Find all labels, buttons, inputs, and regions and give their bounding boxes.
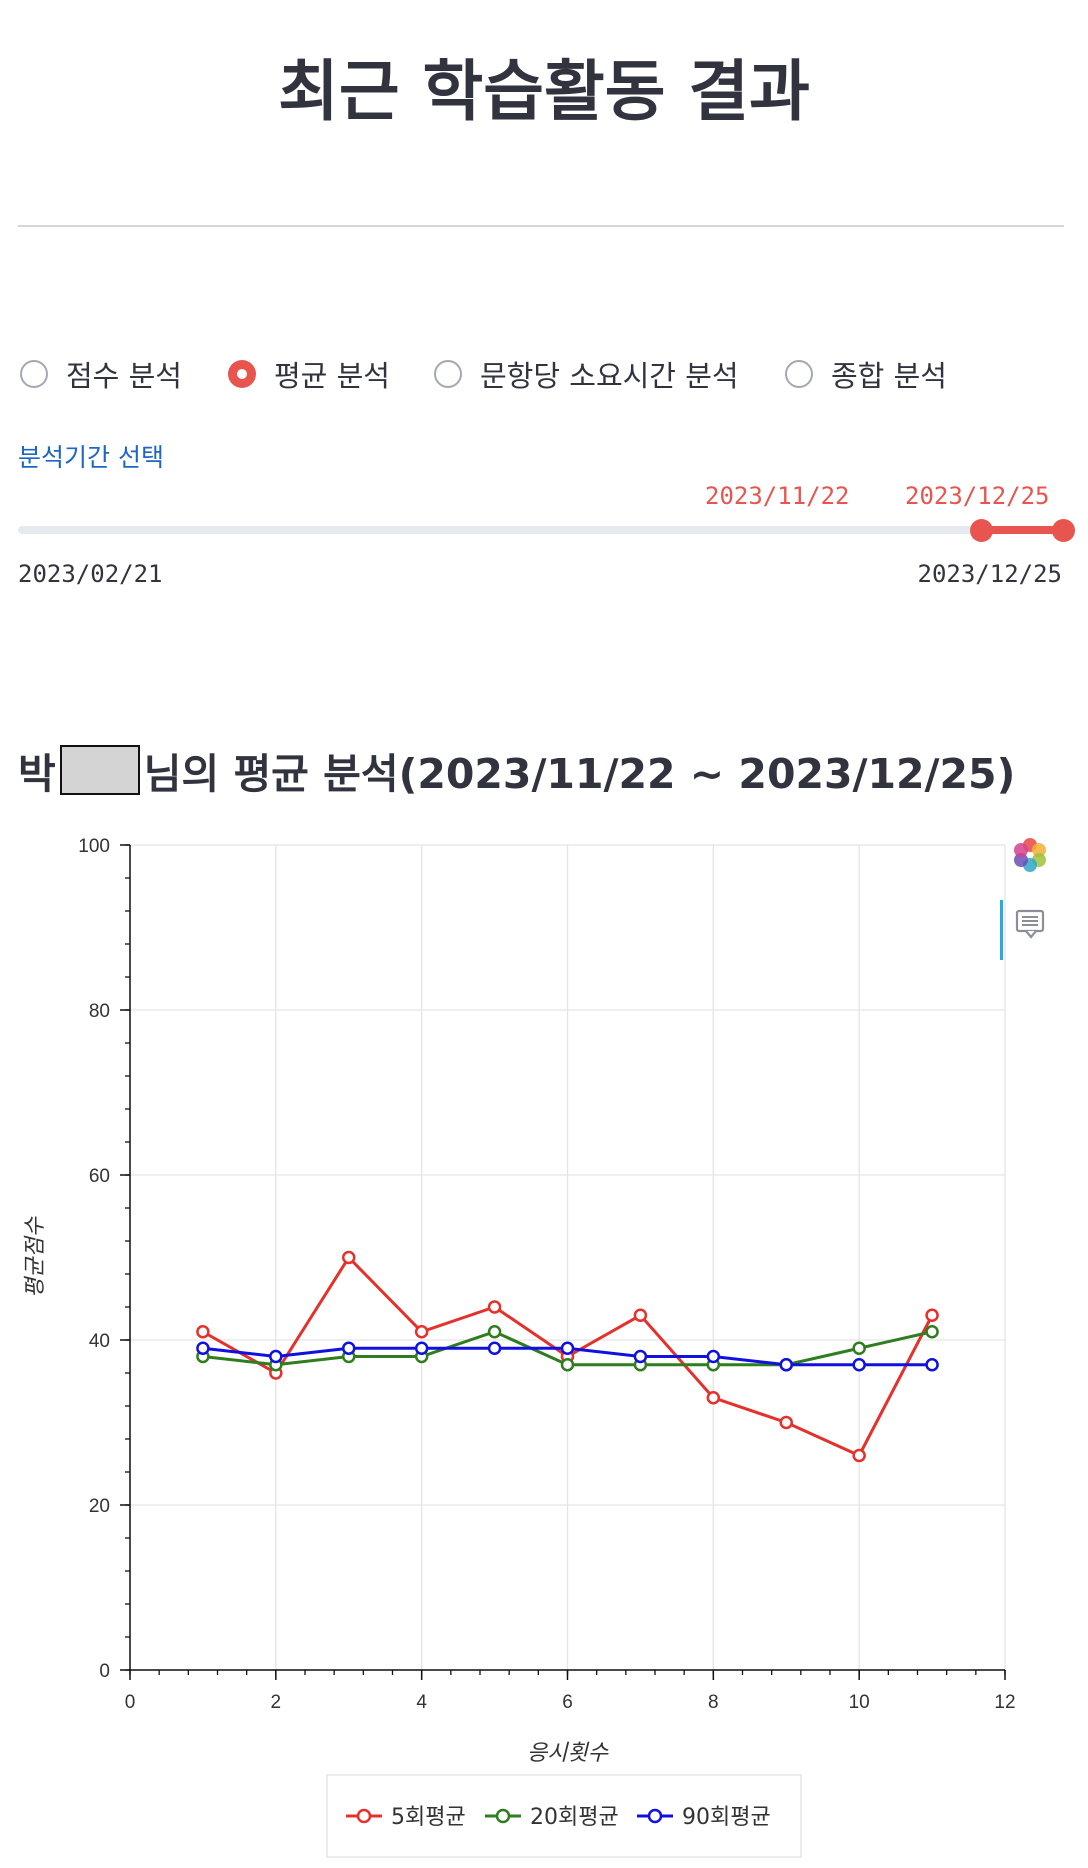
- y-tick-label: 100: [78, 836, 110, 857]
- x-tick-label: 8: [708, 1692, 719, 1713]
- radio-circle-icon[interactable]: [785, 360, 813, 388]
- chart-heading: 박 님의 평균 분석(2023/11/22 ~ 2023/12/25): [18, 740, 1015, 800]
- x-tick-label: 6: [562, 1692, 573, 1713]
- y-tick-label: 60: [89, 1166, 110, 1187]
- legend-marker: [356, 1808, 372, 1824]
- radio-label: 종합 분석: [831, 359, 947, 393]
- data-point: [706, 1391, 721, 1405]
- data-point: [342, 1250, 356, 1265]
- data-point: [414, 1325, 429, 1339]
- date-range-slider-fill: [981, 526, 1063, 534]
- legend-label: 20회평균: [530, 1805, 619, 1830]
- x-tick-label: 10: [849, 1692, 870, 1713]
- legend-marker: [495, 1808, 511, 1824]
- data-point: [633, 1308, 648, 1322]
- x-axis-label: 응시횟수: [527, 1741, 609, 1766]
- data-point: [560, 1358, 575, 1372]
- selected-end-date: 2023/12/25: [905, 482, 1050, 510]
- y-axis-label: 평균점수: [23, 1216, 48, 1298]
- data-point: [852, 1358, 866, 1372]
- period-select-label: 분석기간 선택: [18, 443, 164, 472]
- radio-label: 평균 분석: [274, 359, 390, 393]
- x-tick-label: 0: [125, 1692, 136, 1713]
- legend-marker: [647, 1808, 663, 1824]
- x-tick-label: 2: [271, 1692, 282, 1713]
- y-tick-label: 40: [89, 1331, 110, 1352]
- data-point: [342, 1341, 356, 1355]
- page-title: 최근 학습활동 결과: [278, 53, 810, 130]
- x-tick-label: 4: [416, 1692, 427, 1713]
- heading-suffix: 님의 평균 분석(2023/11/22 ~ 2023/12/25): [143, 750, 1016, 798]
- slider-start-handle[interactable]: [970, 519, 993, 542]
- legend-label: 90회평균: [682, 1805, 771, 1830]
- selected-start-date: 2023/11/22: [705, 482, 850, 510]
- data-point: [925, 1308, 939, 1322]
- data-point: [196, 1325, 210, 1339]
- data-point: [779, 1415, 793, 1430]
- radio-option-score[interactable]: 점수 분석: [20, 354, 182, 394]
- active-tool-indicator: [1000, 900, 1003, 960]
- data-point: [487, 1300, 502, 1314]
- radio-selected-icon[interactable]: [228, 360, 256, 388]
- y-tick-label: 20: [89, 1496, 110, 1517]
- redacted-name-box: [59, 745, 140, 795]
- chart-toolbar: [1000, 835, 1060, 965]
- data-point: [925, 1325, 939, 1339]
- radio-label: 점수 분석: [66, 359, 182, 393]
- radio-option-overall[interactable]: 종합 분석: [785, 354, 947, 394]
- data-point: [633, 1349, 648, 1364]
- heading-name-prefix: 박: [18, 750, 56, 798]
- slider-min-label: 2023/02/21: [18, 560, 163, 588]
- data-point: [196, 1341, 210, 1355]
- radio-option-time-per-question[interactable]: 문항당 소요시간 분석: [434, 354, 739, 394]
- data-point: [560, 1341, 575, 1355]
- data-point: [706, 1349, 721, 1364]
- data-point: [925, 1358, 939, 1372]
- data-point: [487, 1325, 502, 1339]
- divider: [18, 225, 1064, 227]
- radio-option-average[interactable]: 평균 분석: [228, 354, 390, 394]
- bokeh-logo-icon[interactable]: [1010, 835, 1050, 875]
- data-point: [269, 1349, 283, 1364]
- y-tick-label: 0: [99, 1661, 110, 1682]
- data-point: [852, 1341, 866, 1355]
- hover-tool-icon[interactable]: [1014, 907, 1048, 941]
- legend-label: 5회평균: [391, 1805, 466, 1830]
- data-point: [779, 1358, 793, 1372]
- date-range-slider-track[interactable]: [18, 526, 1063, 534]
- radio-label: 문항당 소요시간 분석: [480, 359, 739, 393]
- data-point: [487, 1341, 502, 1355]
- radio-circle-icon[interactable]: [20, 360, 48, 388]
- slider-max-label: 2023/12/25: [917, 560, 1063, 588]
- x-tick-label: 12: [994, 1692, 1015, 1713]
- data-point: [414, 1341, 429, 1355]
- data-point: [852, 1448, 866, 1463]
- average-score-line-chart: 0 2 4 6 8 10 12 0 20 40 60 80 100 응시횟수 평균점수 5회평균 20회평균 90…: [23, 836, 1016, 1858]
- radio-circle-icon[interactable]: [434, 360, 462, 388]
- y-tick-label: 80: [89, 1001, 110, 1022]
- slider-end-handle[interactable]: [1052, 519, 1075, 542]
